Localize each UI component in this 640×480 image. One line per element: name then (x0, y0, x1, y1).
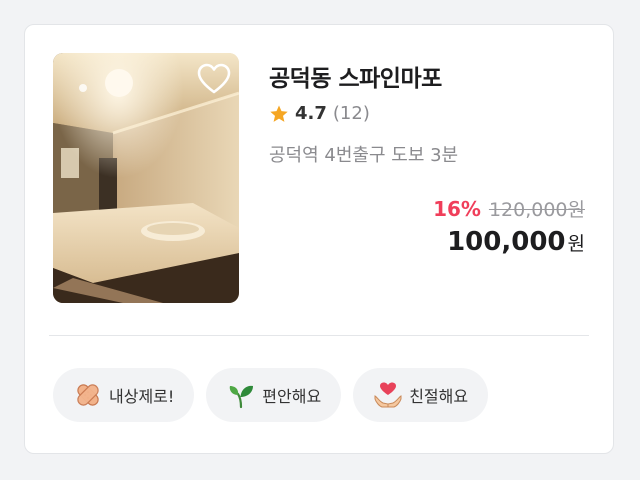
original-price: 120,000원 (488, 199, 585, 221)
shop-title[interactable]: 공덕동 스파인마포 (269, 59, 442, 93)
currency-unit: 원 (567, 233, 585, 255)
discount-rate: 16% (433, 197, 481, 221)
tag-label: 내상제로! (109, 387, 175, 406)
divider (49, 335, 589, 336)
rating: 4.7 (12) (269, 103, 370, 124)
tag-label: 친절해요 (409, 387, 469, 406)
sprout-icon (230, 385, 254, 409)
bandage-icon (77, 384, 99, 406)
shop-card[interactable]: 공덕동 스파인마포 4.7 (12) 공덕역 4번출구 도보 3분 16% 12… (24, 24, 614, 454)
heart-hands-icon (374, 382, 402, 408)
star-icon (270, 105, 288, 122)
tag-label: 편안해요 (262, 387, 322, 406)
location-text: 공덕역 4번출구 도보 3분 (269, 145, 459, 166)
favorite-heart-icon[interactable] (197, 63, 231, 95)
rating-score: 4.7 (295, 103, 327, 124)
review-count: (12) (332, 103, 370, 124)
review-tags: 내상제로! 편안해요 친절해요 (53, 368, 489, 422)
tag-no-injury[interactable]: 내상제로! (53, 368, 195, 422)
tag-kind[interactable]: 친절해요 (353, 368, 489, 422)
shop-photo[interactable] (53, 53, 239, 303)
final-price: 100,000 (447, 227, 566, 257)
final-price-line: 100,000 원 (447, 227, 585, 257)
tag-comfortable[interactable]: 편안해요 (206, 368, 342, 422)
price-line: 16% 120,000원 (433, 195, 585, 222)
